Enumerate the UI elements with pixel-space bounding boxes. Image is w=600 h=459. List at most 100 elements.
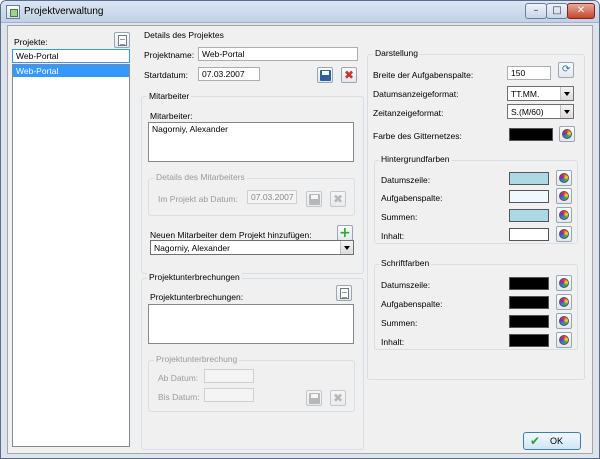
delete-icon: ✖ (333, 192, 344, 206)
refresh-icon: ⟳ (562, 64, 571, 75)
close-button[interactable]: ✕ (567, 3, 595, 19)
projects-list[interactable]: Web-Portal (12, 64, 130, 447)
width-label: Breite der Aufgabenspalte: (373, 70, 474, 80)
font-color-picker-button[interactable] (556, 332, 572, 348)
date-format-select[interactable]: TT.MM. (507, 86, 574, 101)
color-wheel-icon (559, 335, 569, 345)
projects-label: Projekte: (14, 37, 48, 47)
color-wheel-icon (559, 229, 569, 239)
delete-staff-button[interactable]: ✖ (330, 191, 346, 207)
staff-list-label: Mitarbeiter: (150, 111, 193, 121)
start-date-label: Startdatum: (144, 70, 188, 80)
color-wheel-icon (559, 297, 569, 307)
minimize-icon: – (533, 5, 539, 16)
maximize-button[interactable]: □ (546, 3, 568, 19)
save-icon (320, 70, 331, 81)
refresh-button[interactable]: ⟳ (558, 62, 574, 78)
bg-swatch (509, 228, 549, 241)
task-column-width-field[interactable]: 150 (507, 66, 551, 80)
staff-details-title: Details des Mitarbeiters (154, 172, 247, 182)
add-icon: + (339, 225, 351, 241)
project-name-label: Projektname: (144, 50, 195, 60)
title-bar[interactable]: Projektverwaltung – □ ✕ (1, 1, 599, 23)
breaks-list-label: Projektunterbrechungen: (150, 292, 244, 302)
add-staff-button[interactable]: + (337, 225, 353, 241)
time-format-label: Zeitanzeigeformat: (373, 108, 444, 118)
delete-project-button[interactable]: ✖ (341, 67, 357, 83)
font-swatch (509, 334, 549, 347)
save-staff-button[interactable] (306, 191, 322, 207)
delete-icon: ✖ (344, 68, 355, 82)
project-name-filter-input[interactable]: Web-Portal (12, 49, 130, 63)
grid-color-label: Farbe des Gitternetzes: (373, 131, 462, 141)
minimize-button[interactable]: – (525, 3, 547, 19)
font-label: Aufgabenspalte: (381, 299, 443, 309)
start-date-field[interactable]: 07.03.2007 (198, 67, 260, 81)
new-document-icon (118, 35, 127, 46)
font-color-picker-button[interactable] (556, 294, 572, 310)
grid-color-swatch (509, 128, 553, 141)
bg-color-picker-button[interactable] (556, 188, 572, 204)
save-project-button[interactable] (317, 67, 333, 83)
bg-color-picker-button[interactable] (556, 170, 572, 186)
projektverwaltung-window: Projektverwaltung – □ ✕ Projekte: Web-Po… (0, 0, 600, 459)
font-swatch (509, 315, 549, 328)
color-wheel-icon (559, 173, 569, 183)
add-staff-select-value: Nagorniy, Alexander (154, 243, 230, 253)
list-item[interactable]: Nagorniy, Alexander (149, 123, 353, 135)
color-wheel-icon (559, 278, 569, 288)
breaks-list[interactable] (148, 304, 354, 344)
break-from-field[interactable] (204, 369, 254, 383)
font-swatch (509, 277, 549, 290)
save-break-button[interactable] (306, 390, 322, 406)
new-document-icon (340, 288, 349, 299)
maximize-icon: □ (552, 5, 562, 16)
color-wheel-icon (559, 316, 569, 326)
display-group-title: Darstellung (373, 48, 420, 58)
ok-button-label: OK (550, 436, 564, 446)
since-date-label: Im Projekt ab Datum: (158, 194, 238, 204)
color-wheel-icon (562, 129, 572, 139)
delete-icon: ✖ (333, 391, 344, 405)
window-title: Projektverwaltung (24, 6, 104, 17)
chevron-down-icon[interactable] (560, 105, 573, 118)
font-color-picker-button[interactable] (556, 313, 572, 329)
project-details-title: Details des Projektes (144, 30, 224, 40)
bg-color-picker-button[interactable] (556, 226, 572, 242)
bg-label: Inhalt: (381, 231, 405, 241)
font-label: Datumszeile: (381, 280, 431, 290)
ok-button[interactable]: ✔ OK (523, 432, 581, 450)
chevron-down-icon[interactable] (340, 241, 353, 254)
grid-color-picker-button[interactable] (559, 126, 575, 142)
bg-label: Summen: (381, 212, 418, 222)
bg-label: Datumszeile: (381, 175, 431, 185)
chevron-down-icon[interactable] (560, 87, 573, 100)
new-break-button[interactable] (336, 285, 352, 301)
add-staff-label: Neuen Mitarbeiter dem Projekt hinzufügen… (150, 230, 312, 240)
color-wheel-icon (559, 210, 569, 220)
checkmark-icon: ✔ (530, 434, 541, 448)
since-date-field[interactable]: 07.03.2007 (247, 190, 297, 204)
break-from-label: Ab Datum: (158, 373, 199, 383)
app-icon (6, 5, 20, 19)
date-format-label: Datumsanzeigeformat: (373, 89, 459, 99)
staff-group-title: Mitarbeiter (147, 91, 192, 101)
font-label: Inhalt: (381, 337, 405, 347)
bg-label: Aufgabenspalte: (381, 193, 443, 203)
breaks-group-title: Projektunterbrechungen (147, 272, 242, 282)
font-swatch (509, 296, 549, 309)
break-to-field[interactable] (204, 388, 254, 402)
bg-color-picker-button[interactable] (556, 207, 572, 223)
staff-list[interactable]: Nagorniy, Alexander (148, 122, 354, 162)
time-format-select[interactable]: S.(M/60) (507, 104, 574, 119)
break-to-label: Bis Datum: (158, 392, 200, 402)
list-item[interactable]: Web-Portal (13, 65, 129, 77)
break-detail-group (148, 360, 355, 412)
close-icon: ✕ (576, 5, 586, 16)
delete-break-button[interactable]: ✖ (330, 390, 346, 406)
project-name-field[interactable]: Web-Portal (198, 47, 358, 61)
new-project-button[interactable] (114, 32, 130, 48)
add-staff-select[interactable]: Nagorniy, Alexander (150, 240, 354, 255)
font-color-picker-button[interactable] (556, 275, 572, 291)
date-format-value: TT.MM. (511, 89, 540, 99)
